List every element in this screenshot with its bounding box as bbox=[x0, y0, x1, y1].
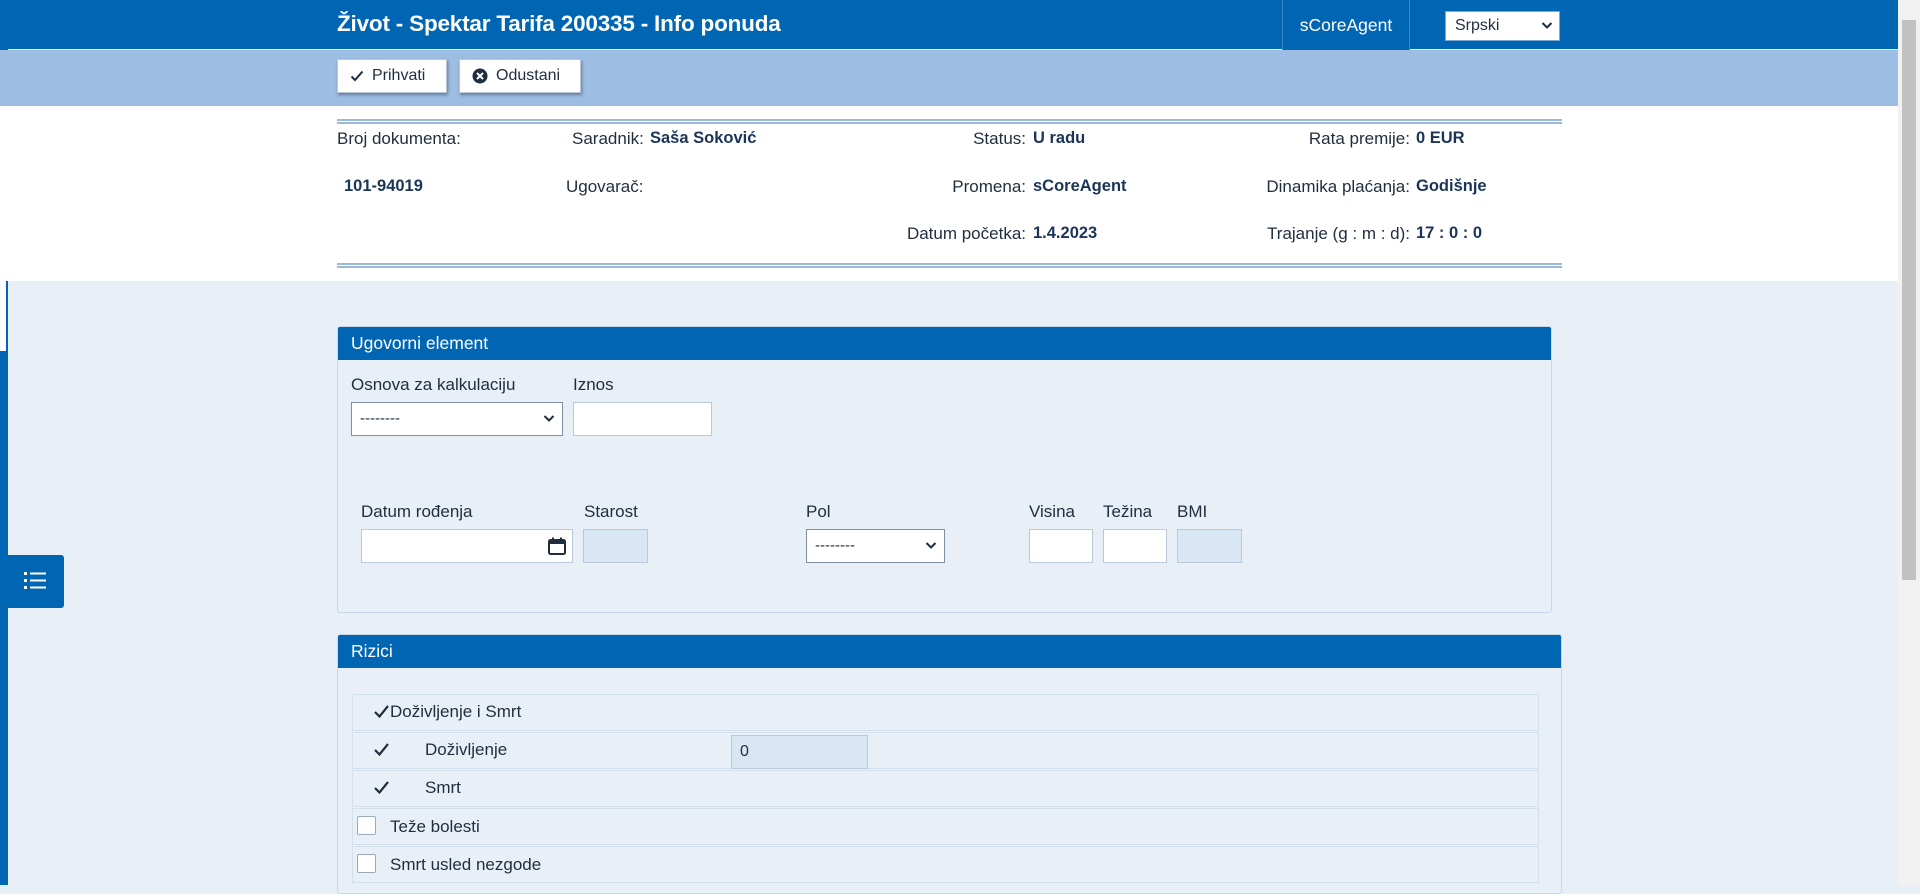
divider bbox=[337, 263, 1562, 268]
page-title: Život - Spektar Tarifa 200335 - Info pon… bbox=[337, 11, 781, 36]
gender-select[interactable]: -------- bbox=[806, 529, 945, 563]
contractor-label: Ugovarač: bbox=[566, 177, 644, 196]
start-date-label: Datum početka: bbox=[906, 224, 1026, 243]
height-label: Visina bbox=[1029, 502, 1075, 521]
doc-number-label: Broj dokumenta: bbox=[337, 129, 461, 148]
height-input[interactable] bbox=[1029, 529, 1093, 563]
gender-value: -------- bbox=[815, 537, 855, 554]
check-icon bbox=[350, 70, 364, 82]
age-field bbox=[583, 529, 648, 563]
agent-tab[interactable]: sCoreAgent bbox=[1282, 0, 1410, 50]
risk-value-field: 0 bbox=[731, 735, 868, 769]
associate-value: Saša Soković bbox=[650, 129, 757, 147]
start-date-value: 1.4.2023 bbox=[1033, 224, 1098, 242]
duration-value: 17 : 0 : 0 bbox=[1416, 224, 1483, 242]
gender-label: Pol bbox=[806, 502, 831, 521]
calc-basis-label: Osnova za kalkulaciju bbox=[351, 375, 516, 394]
contract-element-title: Ugovorni element bbox=[338, 327, 1551, 360]
list-icon bbox=[24, 572, 46, 589]
premium-label: Rata premije: bbox=[1308, 129, 1410, 148]
duration-label: Trajanje (g : m : d): bbox=[1267, 224, 1410, 243]
scrollbar-thumb[interactable] bbox=[1902, 20, 1916, 580]
language-value: Srpski bbox=[1455, 17, 1500, 34]
risk-row bbox=[352, 808, 1539, 845]
risk-label: Teže bolesti bbox=[390, 817, 480, 836]
doc-number-value: 101-94019 bbox=[344, 177, 423, 195]
risk-label: Doživljenje i Smrt bbox=[390, 702, 522, 721]
amount-input[interactable] bbox=[573, 402, 712, 436]
close-circle-icon bbox=[472, 68, 488, 84]
birth-date-input[interactable] bbox=[361, 529, 573, 563]
strip-highlight bbox=[0, 276, 6, 351]
birth-date-label: Datum rođenja bbox=[361, 502, 473, 521]
contract-element-panel: Ugovorni element bbox=[337, 326, 1552, 613]
chevron-down-icon bbox=[925, 542, 937, 549]
risk-checkbox[interactable] bbox=[357, 854, 376, 873]
bmi-field bbox=[1177, 529, 1242, 563]
weight-label: Težina bbox=[1103, 502, 1153, 521]
check-icon[interactable] bbox=[373, 741, 390, 758]
accept-label: Prihvati bbox=[372, 67, 426, 84]
risks-title: Rizici bbox=[338, 635, 1561, 668]
amount-label: Iznos bbox=[573, 375, 614, 394]
divider bbox=[337, 119, 1562, 124]
chevron-down-icon bbox=[1541, 22, 1553, 29]
risk-label: Smrt usled nezgode bbox=[390, 855, 542, 874]
weight-input[interactable] bbox=[1103, 529, 1167, 563]
associate-label: Saradnik: bbox=[572, 129, 644, 148]
bmi-label: BMI bbox=[1177, 502, 1208, 521]
change-label: Promena: bbox=[952, 177, 1026, 196]
risk-row[interactable] bbox=[352, 694, 1539, 731]
chevron-down-icon bbox=[543, 415, 555, 422]
change-value: sCoreAgent bbox=[1033, 177, 1127, 195]
vertical-scrollbar[interactable] bbox=[1898, 0, 1920, 885]
language-select[interactable]: Srpski bbox=[1445, 11, 1560, 41]
risk-checkbox[interactable] bbox=[357, 816, 376, 835]
calendar-icon[interactable] bbox=[548, 537, 566, 555]
action-toolbar: Prihvati Odustani bbox=[0, 50, 1898, 106]
accept-button[interactable]: Prihvati bbox=[337, 59, 447, 93]
age-label: Starost bbox=[584, 502, 638, 521]
risk-row[interactable] bbox=[352, 770, 1539, 807]
risk-label: Smrt bbox=[425, 778, 461, 797]
side-menu-button[interactable] bbox=[6, 555, 64, 608]
check-icon[interactable] bbox=[373, 703, 390, 720]
risk-label: Doživljenje bbox=[425, 740, 508, 759]
status-value: U radu bbox=[1033, 129, 1086, 147]
status-label: Status: bbox=[973, 129, 1026, 148]
risk-row[interactable] bbox=[352, 732, 1539, 769]
cancel-button[interactable]: Odustani bbox=[459, 59, 581, 93]
cancel-label: Odustani bbox=[496, 67, 561, 84]
top-header: Život - Spektar Tarifa 200335 - Info pon… bbox=[0, 0, 1898, 50]
check-icon[interactable] bbox=[373, 779, 390, 796]
payment-value: Godišnje bbox=[1416, 177, 1487, 195]
premium-value: 0 EUR bbox=[1416, 129, 1465, 147]
payment-label: Dinamika plaćanja: bbox=[1266, 177, 1410, 196]
calc-basis-select[interactable]: -------- bbox=[351, 402, 563, 436]
calc-basis-value: -------- bbox=[360, 410, 400, 427]
